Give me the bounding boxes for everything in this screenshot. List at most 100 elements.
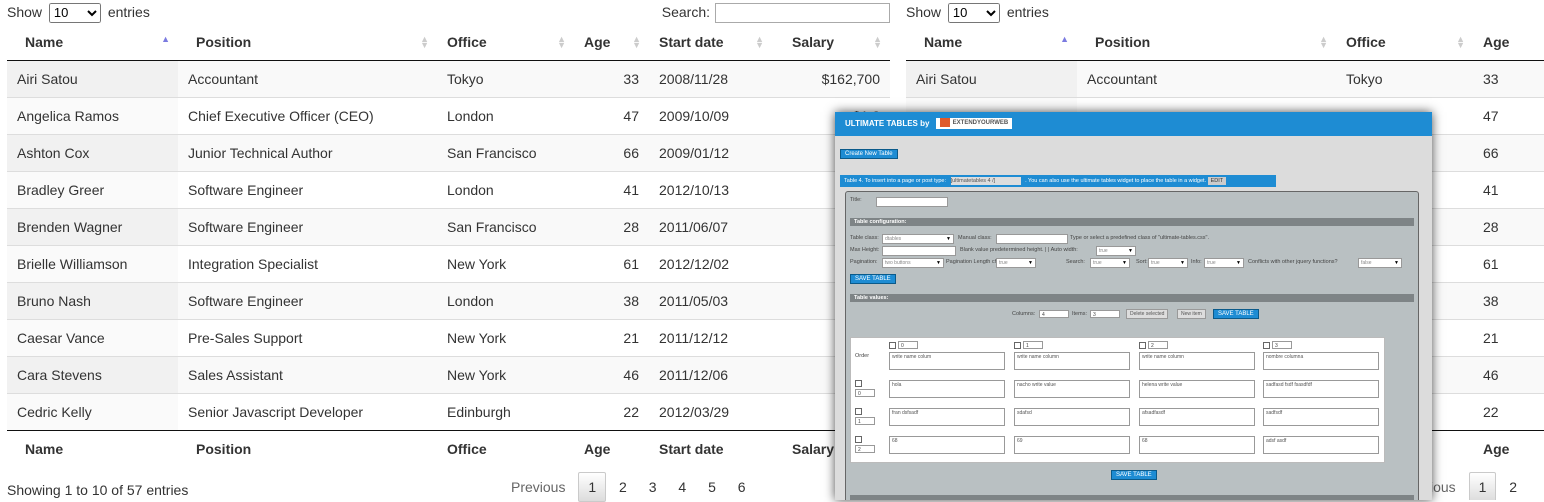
table-row[interactable]: Brenden Wagner Software Engineer San Franc… xyxy=(7,208,890,246)
column-name-field[interactable]: write name colum xyxy=(889,352,1005,370)
cell-value-field[interactable]: sadfasd fsdf fsasdfdf xyxy=(1263,380,1379,398)
table-row[interactable]: Brielle Williamson Integration Specialist… xyxy=(7,245,890,283)
cell-value-field[interactable]: 68 xyxy=(889,436,1005,454)
entries-select[interactable]: 10 xyxy=(947,2,1000,23)
column-checkbox[interactable] xyxy=(1263,342,1270,349)
sort-asc-icon: ▲ xyxy=(161,34,170,44)
title-input[interactable] xyxy=(876,197,948,207)
info-select[interactable]: true xyxy=(1204,258,1244,268)
employee-table: Name ▲ Position ▲ ▼ Office ▲ ▼ Age ▲ ▼ Start da… xyxy=(7,24,890,467)
page-button[interactable]: 2 xyxy=(610,473,636,501)
shortcode-field[interactable]: [ultimatetables 4 /] xyxy=(950,176,1021,185)
column-header-position[interactable]: Position ▲ ▼ xyxy=(1077,24,1336,61)
column-number-input[interactable]: 1 xyxy=(1023,341,1043,349)
column-number-input[interactable]: 2 xyxy=(1148,341,1168,349)
table-row[interactable]: Bruno Nash Software Engineer London 38 2011/… xyxy=(7,282,890,320)
cell-position: Software Engineer xyxy=(178,282,437,320)
row-checkbox[interactable] xyxy=(855,436,862,443)
column-checkbox[interactable] xyxy=(1139,342,1146,349)
conflicts-select[interactable]: false xyxy=(1358,258,1402,268)
column-header-name[interactable]: Name ▲ xyxy=(906,24,1077,61)
column-header-position[interactable]: Position ▲ ▼ xyxy=(178,24,437,61)
column-name-field[interactable]: write name column xyxy=(1139,352,1255,370)
previous-button[interactable]: Previous xyxy=(502,473,574,501)
cell-position: Accountant xyxy=(178,60,437,98)
max-height-input[interactable] xyxy=(882,246,956,256)
page-button[interactable]: 3 xyxy=(640,473,666,501)
manual-class-input[interactable] xyxy=(996,234,1068,244)
row-order-input[interactable]: 1 xyxy=(855,417,875,425)
row-order-input[interactable]: 2 xyxy=(855,445,875,453)
cell-value-field[interactable]: fran dsfsadf xyxy=(889,408,1005,426)
column-header-office[interactable]: Office ▲ ▼ xyxy=(1336,24,1473,61)
row-checkbox[interactable] xyxy=(855,408,862,415)
header-label: Name xyxy=(924,34,963,50)
table-row[interactable]: Caesar Vance Pre-Sales Support New York 21 2… xyxy=(7,319,890,357)
column-checkbox[interactable] xyxy=(1014,342,1021,349)
column-checkbox[interactable] xyxy=(889,342,896,349)
table-info: Showing 1 to 10 of 57 entries xyxy=(7,482,189,498)
column-header-name[interactable]: Name ▲ xyxy=(7,24,178,61)
cell-value-field[interactable]: sadfsdf xyxy=(1263,408,1379,426)
search-input[interactable] xyxy=(715,3,890,24)
column-header-age[interactable]: Age ▲ ▼ xyxy=(574,24,649,61)
entries-select[interactable]: 10 xyxy=(48,2,101,23)
cell-value-field[interactable]: hola xyxy=(889,380,1005,398)
cell-value-field[interactable]: afsadfasdf xyxy=(1139,408,1255,426)
page-button[interactable]: 2 xyxy=(1500,473,1526,500)
column-number-input[interactable]: 3 xyxy=(1272,341,1292,349)
cell-position: Integration Specialist xyxy=(178,245,437,283)
row-checkbox[interactable] xyxy=(855,380,862,387)
cell-value-field[interactable]: 68 xyxy=(1139,436,1255,454)
pagination-select[interactable]: two buttons xyxy=(882,258,944,268)
column-name-field[interactable]: nombre columna xyxy=(1263,352,1379,370)
table-row[interactable]: Ashton Cox Junior Technical Author San Fra… xyxy=(7,134,890,172)
page-button[interactable]: 5 xyxy=(699,473,725,501)
page-button[interactable]: 6 xyxy=(729,473,755,501)
cell-age: 61 xyxy=(574,245,649,283)
cell-value-field[interactable]: helena write value xyxy=(1139,380,1255,398)
table-row[interactable]: Angelica Ramos Chief Executive Officer (C… xyxy=(7,97,890,135)
items-input[interactable]: 3 xyxy=(1090,310,1120,318)
column-name-field[interactable]: write name column xyxy=(1014,352,1130,370)
cell-value-field[interactable]: adsf asdf xyxy=(1263,436,1379,454)
column-header-start-date[interactable]: Start date ▲ ▼ xyxy=(649,24,772,61)
page-button[interactable]: 1 xyxy=(578,472,607,502)
table-row[interactable]: Cedric Kelly Senior Javascript Developer E… xyxy=(7,393,890,431)
cell-value-field[interactable]: nacho write value xyxy=(1014,380,1130,398)
cell-value-field[interactable]: sdafsd xyxy=(1014,408,1130,426)
column-number-input[interactable]: 0 xyxy=(898,341,918,349)
max-height-label: Max Height: xyxy=(850,247,880,253)
cell-value-field[interactable]: 69 xyxy=(1014,436,1130,454)
search-select[interactable]: true xyxy=(1090,258,1130,268)
new-item-button[interactable]: New item xyxy=(1177,309,1206,319)
page-button[interactable]: 1 xyxy=(1468,472,1497,500)
table-row[interactable]: Bradley Greer Software Engineer London 41 20… xyxy=(7,171,890,209)
auto-width-select[interactable]: true xyxy=(1096,246,1136,256)
header-label: Age xyxy=(1483,34,1510,50)
shortcode-bar: Table 4. To insert into a page or post t… xyxy=(840,175,1276,187)
column-header-office[interactable]: Office ▲ ▼ xyxy=(437,24,574,61)
save-table-button[interactable]: SAVE TABLE xyxy=(850,274,896,284)
save-table-button[interactable]: SAVE TABLE xyxy=(1111,470,1157,480)
columns-input[interactable]: 4 xyxy=(1039,310,1069,318)
edit-button[interactable]: EDIT xyxy=(1207,176,1227,185)
delete-selected-button[interactable]: Delete selected xyxy=(1126,309,1169,319)
column-header-age[interactable]: Age xyxy=(1473,24,1544,61)
cell-age: 41 xyxy=(1473,171,1544,209)
create-new-table-button[interactable]: Create New Table xyxy=(840,149,898,159)
pagination-length-select[interactable]: true xyxy=(996,258,1036,268)
table-row[interactable]: Airi Satou Accountant Tokyo 33 xyxy=(906,60,1544,98)
save-table-button[interactable]: SAVE TABLE xyxy=(1213,309,1259,319)
logo-text: EXTENDYOURWEB xyxy=(952,120,1009,127)
table-row[interactable]: Airi Satou Accountant Tokyo 33 2008/11/28 $16… xyxy=(7,60,890,98)
sort-select[interactable]: true xyxy=(1148,258,1188,268)
section-header xyxy=(850,495,1414,500)
column-header-salary[interactable]: Salary ▲ ▼ xyxy=(772,24,890,61)
table-class-select[interactable]: dtables xyxy=(882,234,954,244)
page-button[interactable]: 4 xyxy=(669,473,695,501)
cell-start-date: 2012/03/29 xyxy=(649,393,772,431)
footer-age: Age xyxy=(574,430,649,467)
table-row[interactable]: Cara Stevens Sales Assistant New York 46 201… xyxy=(7,356,890,394)
row-order-input[interactable]: 0 xyxy=(855,389,875,397)
